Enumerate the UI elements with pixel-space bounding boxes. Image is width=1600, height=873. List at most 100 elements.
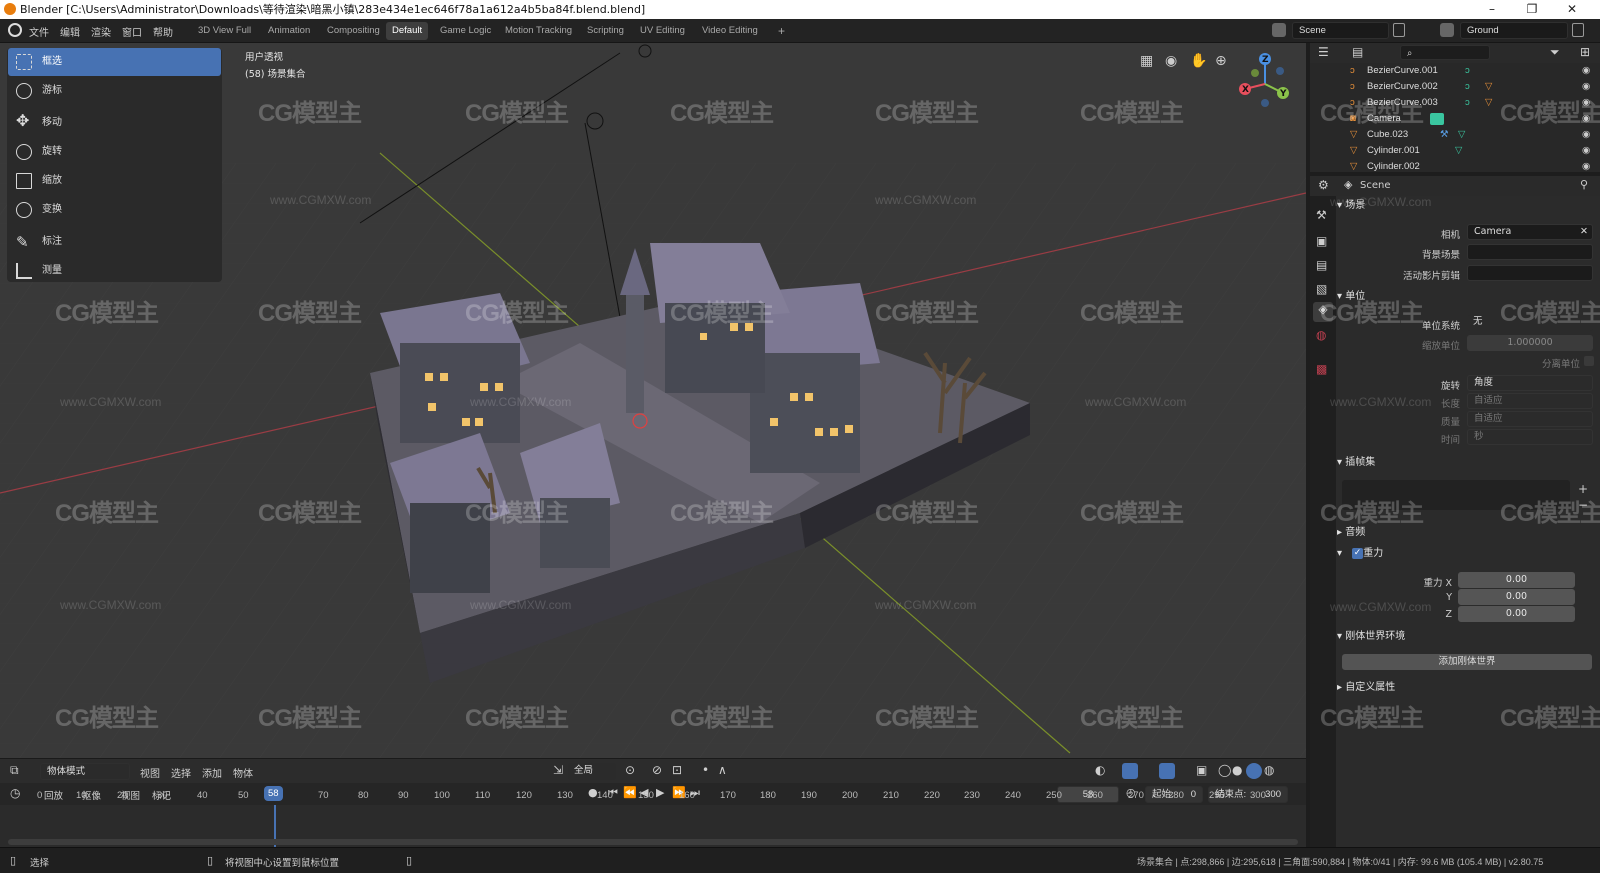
- tool-transform[interactable]: 变换: [8, 196, 221, 224]
- outliner-editor-icon[interactable]: ☰: [1318, 45, 1329, 59]
- pin-icon[interactable]: ⚲: [1580, 178, 1588, 191]
- tab-default[interactable]: Default: [386, 22, 429, 40]
- timeline-scrollbar[interactable]: [8, 839, 1298, 845]
- grid-view-icon[interactable]: ▦: [1140, 53, 1153, 69]
- new-view-layer-icon[interactable]: [1572, 23, 1584, 37]
- add-keying-set-button[interactable]: +: [1578, 482, 1588, 496]
- world-tab-icon[interactable]: ◍: [1316, 328, 1326, 342]
- outliner-row[interactable]: ▽ Cylinder.002 ◉: [1310, 159, 1600, 172]
- gizmo-toggle-icon[interactable]: [1122, 763, 1138, 779]
- gravity-checkbox[interactable]: ✓: [1352, 548, 1363, 559]
- texture-tab-icon[interactable]: ▩: [1316, 362, 1327, 376]
- play-button[interactable]: ▶: [656, 786, 664, 799]
- unit-system-dropdown[interactable]: 无: [1467, 315, 1593, 331]
- zoom-icon[interactable]: ⊕: [1215, 53, 1227, 69]
- visibility-eye-icon[interactable]: ◉: [1582, 95, 1590, 111]
- units-section-header[interactable]: ▾ 单位: [1337, 288, 1365, 306]
- gravity-x-field[interactable]: 0.00: [1458, 572, 1575, 588]
- tab-motion-tracking[interactable]: Motion Tracking: [499, 22, 578, 40]
- filter-icon[interactable]: ⏷: [1550, 45, 1560, 60]
- menu-view[interactable]: 视图: [140, 765, 160, 780]
- outliner-row[interactable]: ↄ BezierCurve.002 ↄ ▽ ◉: [1310, 79, 1600, 95]
- scene-section-header[interactable]: ▾ 场景: [1337, 197, 1365, 215]
- keying-sets-section-header[interactable]: ▾ 插帧集: [1337, 454, 1375, 472]
- gravity-section-header[interactable]: ▾ ✓ 重力: [1337, 545, 1383, 563]
- menu-object[interactable]: 物体: [233, 765, 253, 780]
- menu-select[interactable]: 选择: [171, 765, 191, 780]
- add-rigidbody-world-button[interactable]: 添加刚体世界: [1342, 654, 1592, 670]
- tool-rotate[interactable]: 旋转: [8, 138, 221, 166]
- material-shading-icon[interactable]: [1246, 763, 1262, 779]
- wireframe-shading-icon[interactable]: ◯: [1218, 763, 1231, 777]
- tool-cursor[interactable]: 游标: [8, 77, 221, 105]
- timeline-editor-icon[interactable]: ◷: [10, 786, 20, 800]
- separate-units-checkbox[interactable]: [1584, 356, 1594, 366]
- time-dropdown[interactable]: 秒: [1467, 429, 1593, 445]
- menu-window[interactable]: 窗口: [122, 24, 142, 39]
- outliner-row[interactable]: ↄ BezierCurve.003 ↄ ▽ ◉: [1310, 95, 1600, 111]
- blender-menu-icon[interactable]: [8, 23, 22, 37]
- tool-scale[interactable]: 缩放: [8, 167, 221, 195]
- gravity-z-field[interactable]: 0.00: [1458, 606, 1575, 622]
- gravity-y-field[interactable]: 0.00: [1458, 589, 1575, 605]
- view-layer-tab-icon[interactable]: ▧: [1316, 282, 1327, 296]
- tab-compositing[interactable]: Compositing: [321, 22, 386, 40]
- display-mode-icon[interactable]: ▤: [1352, 45, 1363, 59]
- outliner-row[interactable]: ◙ Camera ◉: [1310, 111, 1600, 127]
- view-layer-icon[interactable]: [1440, 23, 1454, 37]
- new-scene-icon[interactable]: [1393, 23, 1405, 37]
- scene-tab-icon[interactable]: ◈: [1313, 302, 1333, 322]
- maximize-button[interactable]: ❐: [1512, 0, 1552, 19]
- tab-animation[interactable]: Animation: [262, 22, 316, 40]
- mode-dropdown[interactable]: 物体模式: [40, 763, 130, 780]
- orientation-dropdown[interactable]: 全局: [568, 763, 616, 780]
- keying-sets-list[interactable]: [1342, 480, 1570, 510]
- visibility-eye-icon[interactable]: ◉: [1582, 159, 1590, 172]
- outliner-search-input[interactable]: ⌕: [1400, 45, 1490, 60]
- visibility-eye-icon[interactable]: ◉: [1582, 143, 1590, 159]
- audio-section-header[interactable]: ▸ 音频: [1337, 524, 1365, 542]
- active-clip-field[interactable]: [1467, 265, 1593, 281]
- orientation-icon[interactable]: ⇲: [553, 763, 563, 777]
- xray-icon[interactable]: ▣: [1196, 763, 1207, 777]
- snap-target-icon[interactable]: ⊡: [672, 763, 682, 777]
- view-layer-field[interactable]: Ground: [1460, 22, 1568, 39]
- proportional-edit-icon[interactable]: •: [702, 763, 709, 777]
- menu-edit[interactable]: 编辑: [60, 24, 80, 39]
- timeline-area[interactable]: [0, 805, 1306, 847]
- minimize-button[interactable]: –: [1472, 0, 1512, 19]
- rigidbody-section-header[interactable]: ▾ 刚体世界环境: [1337, 628, 1405, 646]
- menu-add[interactable]: 添加: [202, 765, 222, 780]
- prev-keyframe-button[interactable]: ⏪: [623, 786, 637, 799]
- 3d-viewport[interactable]: CG模型主 CG模型主 CG模型主 CG模型主 CG模型主 CG模型主 www.…: [0, 43, 1306, 758]
- tool-select-box[interactable]: 框选: [8, 48, 221, 76]
- camera-field[interactable]: Camera ✕: [1467, 224, 1593, 240]
- tab-scripting[interactable]: Scripting: [581, 22, 630, 40]
- menu-help[interactable]: 帮助: [153, 24, 173, 39]
- background-scene-field[interactable]: [1467, 244, 1593, 260]
- add-workspace-button[interactable]: +: [772, 22, 791, 40]
- unit-scale-field[interactable]: 1.000000: [1467, 335, 1593, 351]
- visibility-icon[interactable]: ◐: [1095, 763, 1105, 777]
- current-frame-marker[interactable]: 58: [264, 786, 283, 801]
- rotation-dropdown[interactable]: 角度: [1467, 375, 1593, 391]
- menu-file[interactable]: 文件: [29, 24, 49, 39]
- rendered-shading-icon[interactable]: ◍: [1264, 763, 1274, 777]
- tab-3d-view-full[interactable]: 3D View Full: [192, 22, 257, 40]
- close-button[interactable]: ✕: [1552, 0, 1592, 19]
- editor-type-icon[interactable]: ⧉: [10, 763, 19, 778]
- visibility-eye-icon[interactable]: ◉: [1582, 79, 1590, 95]
- solid-shading-icon[interactable]: ●: [1232, 763, 1242, 777]
- visibility-eye-icon[interactable]: ◉: [1582, 63, 1590, 79]
- properties-editor-icon[interactable]: ⚙: [1318, 178, 1329, 192]
- snap-icon[interactable]: ⊘: [652, 763, 662, 777]
- tool-annotate[interactable]: ✎ 标注: [8, 228, 221, 256]
- menu-render[interactable]: 渲染: [91, 24, 111, 39]
- render-tab-icon[interactable]: ▣: [1316, 234, 1327, 248]
- pivot-icon[interactable]: ⊙: [625, 763, 635, 777]
- outliner-row[interactable]: ▽ Cube.023 ⚒ ▽ ◉: [1310, 127, 1600, 143]
- length-dropdown[interactable]: 自适应: [1467, 393, 1593, 409]
- pan-hand-icon[interactable]: ✋: [1190, 53, 1207, 69]
- falloff-icon[interactable]: ∧: [718, 763, 727, 777]
- tool-move[interactable]: ✥ 移动: [8, 109, 221, 137]
